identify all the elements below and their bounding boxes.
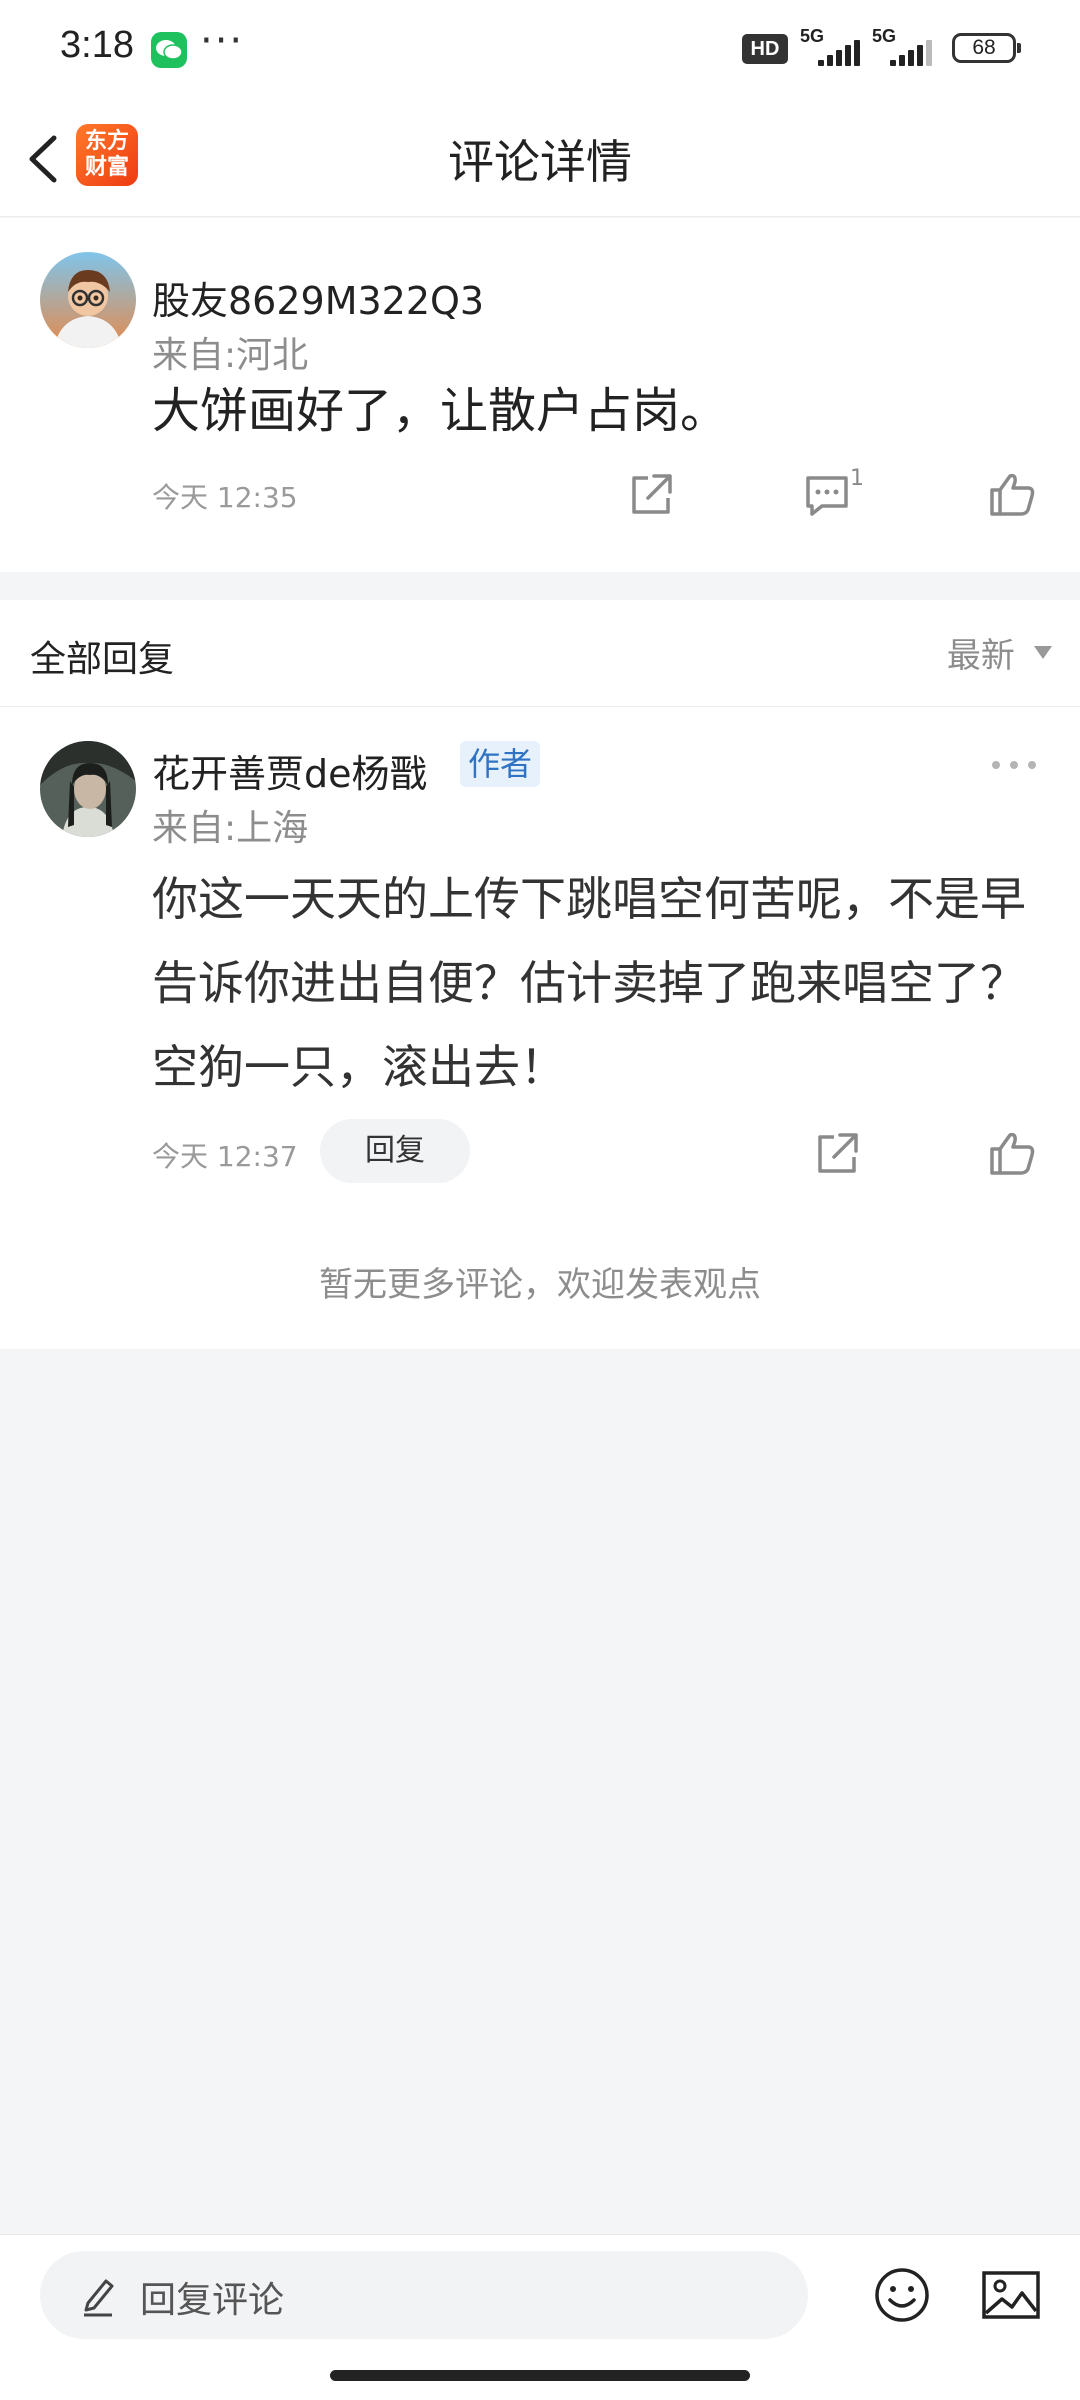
pencil-icon — [84, 2279, 114, 2317]
smiley-icon — [875, 2268, 929, 2322]
comment-icon — [806, 476, 848, 516]
wechat-notification-icon — [151, 32, 187, 68]
replier-username[interactable]: 花开善贾de杨戬 — [152, 743, 428, 798]
more-options-button[interactable] — [992, 755, 1040, 775]
bottom-comment-bar: 回复评论 — [0, 2234, 1080, 2400]
hd-network-badge: HD — [742, 34, 788, 64]
commenter-username[interactable]: 股友8629M322Q3 — [152, 270, 484, 325]
main-comment: 股友8629M322Q3 来自:河北 大饼画好了，让散户占岗。 今天 12:35… — [0, 218, 1080, 572]
status-time: 3:18 — [60, 24, 134, 66]
thumbs-up-icon — [990, 473, 1035, 516]
sort-dropdown[interactable]: 最新 — [947, 628, 1052, 678]
all-replies-title: 全部回复 — [30, 639, 175, 680]
comment-reply-count-button[interactable] — [800, 466, 856, 522]
replies-section-header: 全部回复 最新 — [0, 600, 1080, 707]
caret-down-icon — [1034, 646, 1052, 659]
page-title: 评论详情 — [448, 135, 632, 189]
replier-location: 来自:上海 — [152, 808, 309, 849]
share-button[interactable] — [810, 1125, 866, 1181]
reply-timestamp: 今天 12:37 — [152, 1140, 298, 1173]
reply-count: 1 — [850, 466, 864, 491]
no-more-comments-note: 暂无更多评论，欢迎发表观点 — [0, 1199, 1080, 1349]
comment-text: 大饼画好了，让散户占岗。 — [152, 383, 729, 439]
author-badge: 作者 — [460, 741, 541, 787]
share-icon — [632, 474, 672, 514]
reply-comment-input[interactable]: 回复评论 — [40, 2251, 808, 2339]
avatar[interactable] — [40, 741, 136, 837]
comment-detail-page: 3:18 ··· HD 5G 5G 68 东方 财富 评论详情 股友8629M3… — [0, 0, 1080, 2400]
thumbs-up-icon — [990, 1132, 1035, 1175]
reply-button[interactable]: 回复 — [320, 1119, 470, 1183]
like-button[interactable] — [984, 466, 1040, 522]
share-icon — [818, 1133, 858, 1173]
avatar[interactable] — [40, 252, 136, 348]
sort-label: 最新 — [946, 636, 1015, 676]
like-button[interactable] — [984, 1125, 1040, 1181]
comment-timestamp: 今天 12:35 — [152, 481, 298, 514]
home-indicator[interactable] — [330, 2370, 750, 2381]
more-notifications-icon: ··· — [200, 18, 245, 64]
battery-icon: 68 — [952, 33, 1021, 63]
reply-input-placeholder: 回复评论 — [140, 2280, 285, 2321]
image-upload-button[interactable] — [980, 2265, 1042, 2325]
top-navigation-bar: 东方 财富 评论详情 — [0, 100, 1080, 217]
share-button[interactable] — [624, 466, 680, 522]
status-bar: 3:18 ··· HD 5G 5G 68 — [0, 0, 1080, 100]
reply-item: 花开善贾de杨戬 作者 来自:上海 你这一天天的上传下跳唱空何苦呢，不是早告诉你… — [0, 707, 1080, 1199]
reply-text: 你这一天天的上传下跳唱空何苦呢，不是早告诉你进出自便？估计卖掉了跑来唱空了？空狗… — [152, 872, 1026, 1094]
image-icon — [982, 2271, 1040, 2319]
emoji-button[interactable] — [872, 2265, 932, 2325]
